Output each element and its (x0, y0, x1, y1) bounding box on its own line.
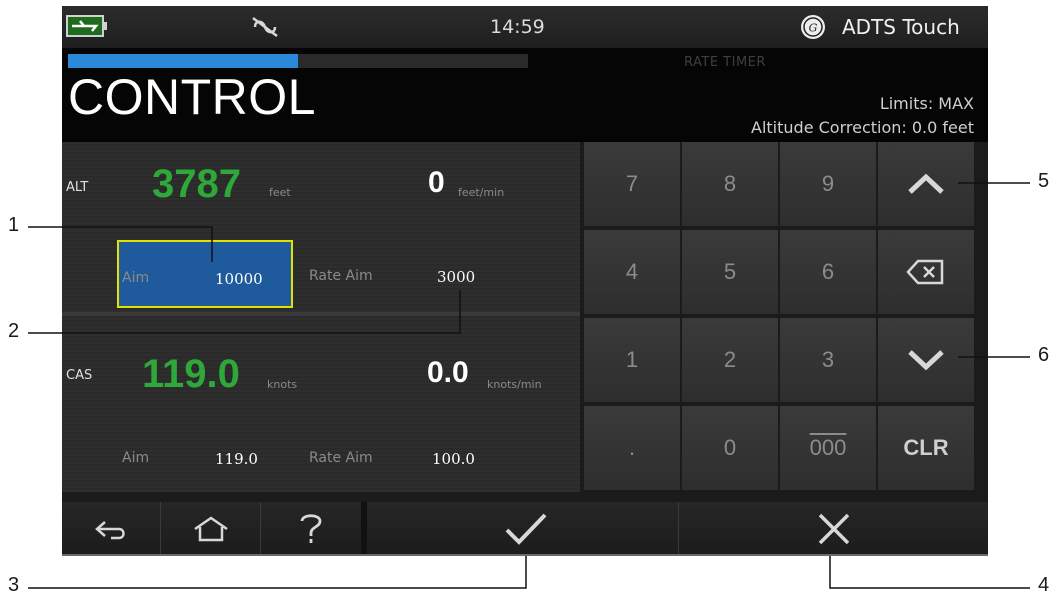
key-9[interactable]: 9 (780, 142, 876, 226)
altitude-rate-unit: feet/min (458, 186, 505, 199)
clear-button[interactable]: CLR (878, 406, 974, 490)
status-bar: 14:59 G ADTS Touch (62, 6, 988, 48)
help-icon (300, 514, 322, 543)
altitude-correction-label: Altitude Correction: 0.0 feet (751, 118, 974, 137)
altitude-aim-label: Aim (122, 270, 150, 286)
clock: 14:59 (490, 16, 545, 38)
key-decimal[interactable]: . (584, 406, 680, 490)
svg-text:G: G (809, 22, 818, 35)
scroll-up-button[interactable] (878, 142, 974, 226)
callout-3: 3 (8, 574, 20, 596)
callout-4: 4 (1038, 574, 1050, 596)
chevron-down-icon (908, 350, 944, 371)
altitude-panel[interactable]: ALT 3787 feet 0 feet/min Aim 10000 Rate … (62, 142, 580, 312)
back-icon (95, 521, 125, 540)
key-7[interactable]: 7 (584, 142, 680, 226)
airspeed-rate-unit: knots/min (487, 378, 542, 391)
key-0[interactable]: 0 (682, 406, 778, 490)
callout-5: 5 (1038, 170, 1050, 192)
rate-timer-progress (68, 54, 528, 68)
backspace-icon (906, 259, 944, 285)
numeric-keypad: 7 8 9 4 5 6 1 2 3 . 0 000 CLR (584, 142, 988, 492)
ge-logo-icon: G (801, 15, 825, 39)
limits-label: Limits: MAX (879, 94, 974, 113)
rate-timer-label: RATE TIMER (684, 55, 766, 70)
altitude-value: 3787 (152, 162, 241, 206)
mode-title: CONTROL (68, 69, 316, 125)
airspeed-label: CAS (66, 368, 93, 383)
mode-header: RATE TIMER CONTROL Limits: MAX Altitude … (62, 48, 988, 142)
callout-1: 1 (8, 214, 20, 236)
callout-3-leader (28, 556, 527, 589)
airspeed-unit: knots (267, 378, 298, 391)
altitude-rate-aim-label: Rate Aim (309, 268, 373, 284)
home-icon (193, 516, 228, 542)
chevron-up-icon (908, 173, 944, 194)
airspeed-aim-value[interactable]: 119.0 (215, 450, 258, 468)
key-8[interactable]: 8 (682, 142, 778, 226)
battery-charging-icon (66, 15, 107, 37)
airspeed-value: 119.0 (142, 352, 240, 396)
back-button[interactable] (62, 502, 161, 556)
key-4[interactable]: 4 (584, 230, 680, 314)
cancel-button[interactable] (679, 502, 988, 556)
key-2[interactable]: 2 (682, 318, 778, 402)
altitude-unit: feet (269, 186, 291, 199)
key-000[interactable]: 000 (780, 406, 876, 490)
no-sync-icon (252, 17, 278, 37)
airspeed-panel[interactable]: CAS 119.0 knots 0.0 knots/min Aim 119.0 … (62, 316, 580, 492)
airspeed-aim-label: Aim (122, 450, 150, 466)
adts-touch-screen: 14:59 G ADTS Touch RATE TIMER CONTROL Li… (62, 6, 988, 556)
confirm-button[interactable] (374, 502, 679, 556)
callout-2: 2 (8, 320, 20, 342)
backspace-button[interactable] (878, 230, 974, 314)
check-icon (505, 513, 547, 545)
key-5[interactable]: 5 (682, 230, 778, 314)
close-icon (818, 513, 849, 545)
device-name: ADTS Touch (842, 15, 960, 39)
key-6[interactable]: 6 (780, 230, 876, 314)
airspeed-rate-aim-label: Rate Aim (309, 450, 373, 466)
callout-6: 6 (1038, 344, 1050, 366)
key-3[interactable]: 3 (780, 318, 876, 402)
scroll-down-button[interactable] (878, 318, 974, 402)
callout-4-leader (829, 556, 1030, 589)
altitude-aim-value[interactable]: 10000 (215, 270, 263, 288)
airspeed-rate-aim-value[interactable]: 100.0 (432, 450, 475, 468)
rate-timer-progress-fill (68, 54, 298, 68)
altitude-rate-aim-value[interactable]: 3000 (437, 268, 475, 286)
airspeed-rate-value: 0.0 (427, 356, 469, 389)
home-button[interactable] (161, 502, 261, 556)
bottom-edge (62, 554, 988, 556)
help-button[interactable] (261, 502, 367, 556)
altitude-rate-value: 0 (428, 166, 445, 199)
altitude-label: ALT (66, 180, 89, 195)
bottom-bar (62, 502, 988, 556)
key-1[interactable]: 1 (584, 318, 680, 402)
